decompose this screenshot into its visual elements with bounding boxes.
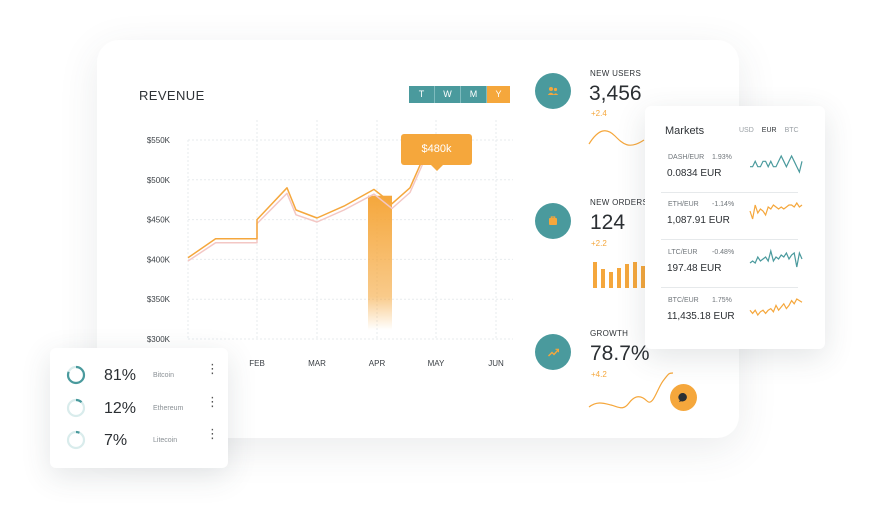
market-row-btc[interactable]: BTC/EUR 1.75% 11,435.18 EUR	[661, 289, 803, 335]
crypto-distribution-card: 81% Bitcoin ⋮ 12% Ethereum ⋮ 7% Litecoin…	[50, 348, 228, 468]
ring-track	[66, 398, 86, 418]
users-stat-icon-circle	[535, 73, 571, 109]
y-tick-label: $500K	[147, 176, 171, 185]
chat-icon	[678, 392, 687, 402]
more-options-icon[interactable]: ⋮	[206, 362, 219, 375]
sparkline-path	[749, 298, 803, 317]
y-tick-label: $350K	[147, 295, 171, 304]
market-pair: ETH/EUR	[668, 201, 699, 208]
revenue-series-line	[187, 144, 432, 262]
x-tick-label: MAY	[428, 359, 445, 368]
revenue-tooltip: $480k	[401, 134, 472, 171]
crypto-name: Ethereum	[153, 405, 184, 412]
markets-panel: Markets USD EUR BTC DASH/EUR 1.93% 0.083…	[645, 106, 825, 349]
market-change: -1.14%	[712, 201, 735, 208]
crypto-name: Bitcoin	[153, 372, 175, 379]
crypto-row-litecoin: 7% Litecoin ⋮	[50, 427, 228, 460]
users-trend-line	[588, 130, 645, 146]
x-tick-label: JUN	[488, 359, 504, 368]
x-tick-label: FEB	[249, 359, 265, 368]
crypto-percent: 81%	[104, 367, 137, 384]
sparkline-path	[749, 201, 803, 220]
progress-ring	[66, 430, 86, 450]
x-tick-label: MAR	[308, 359, 326, 368]
y-tick-label: $550K	[147, 136, 171, 145]
new-orders-value: 124	[590, 211, 626, 234]
market-row-ltc[interactable]: LTC/EUR -0.48% 197.48 EUR	[661, 241, 803, 288]
market-pair: DASH/EUR	[668, 154, 705, 161]
more-options-icon[interactable]: ⋮	[206, 427, 219, 440]
x-tick-label: APR	[369, 359, 386, 368]
market-sparkline	[749, 298, 803, 317]
y-tick-label: $300K	[147, 335, 171, 344]
market-change: 1.75%	[712, 297, 732, 304]
sparkline-path	[749, 248, 803, 268]
more-options-icon[interactable]: ⋮	[206, 395, 219, 408]
currency-tab-btc[interactable]: BTC	[785, 127, 799, 134]
market-pair: BTC/EUR	[668, 297, 699, 304]
progress-ring	[66, 365, 86, 385]
y-tick-label: $450K	[147, 216, 171, 225]
market-price: 197.48 EUR	[667, 263, 722, 274]
market-price: 1,087.91 EUR	[667, 215, 730, 226]
revenue-series-line	[187, 139, 432, 259]
new-users-label: NEW USERS	[590, 69, 642, 78]
market-change: 1.93%	[712, 154, 732, 161]
market-price: 11,435.18 EUR	[667, 311, 735, 322]
new-orders-change: +2.2	[591, 239, 607, 248]
orders-bar-chart	[593, 262, 645, 288]
progress-ring	[66, 398, 86, 418]
growth-icon	[547, 348, 559, 356]
market-sparkline	[750, 154, 803, 174]
market-price: 0.0834 EUR	[667, 168, 722, 179]
growth-stat-icon-circle	[535, 334, 571, 370]
sparkline-path	[750, 154, 803, 174]
growth-label: GROWTH	[590, 329, 629, 338]
markets-title: Markets	[665, 125, 705, 137]
ring-track	[66, 430, 86, 450]
market-row-dash[interactable]: DASH/EUR 1.93% 0.0834 EUR	[661, 146, 803, 193]
orders-stat-icon-circle	[535, 203, 571, 239]
growth-value: 78.7%	[590, 342, 650, 365]
crypto-name: Litecoin	[153, 437, 178, 444]
chat-button[interactable]	[670, 384, 697, 411]
market-row-eth[interactable]: ETH/EUR -1.14% 1,087.91 EUR	[661, 193, 803, 240]
orders-icon	[549, 216, 557, 225]
crypto-row-bitcoin: 81% Bitcoin ⋮	[50, 362, 228, 395]
market-sparkline	[749, 248, 803, 268]
crypto-percent: 12%	[104, 400, 137, 417]
crypto-percent: 7%	[104, 432, 128, 449]
users-icon	[547, 87, 559, 95]
market-sparkline	[749, 201, 803, 220]
market-change: -0.48%	[712, 249, 735, 256]
new-orders-label: NEW ORDERS	[590, 198, 649, 207]
crypto-row-ethereum: 12% Ethereum ⋮	[50, 395, 228, 428]
market-pair: LTC/EUR	[668, 249, 698, 256]
currency-tab-eur[interactable]: EUR	[762, 127, 777, 134]
new-users-change: +2.4	[591, 109, 607, 118]
currency-tab-usd[interactable]: USD	[739, 127, 754, 134]
y-tick-label: $400K	[147, 255, 171, 264]
currency-tabs: USD EUR BTC	[739, 127, 799, 134]
new-users-value: 3,456	[589, 82, 642, 105]
growth-trend-line	[588, 372, 674, 409]
highlight-bar	[368, 195, 392, 330]
